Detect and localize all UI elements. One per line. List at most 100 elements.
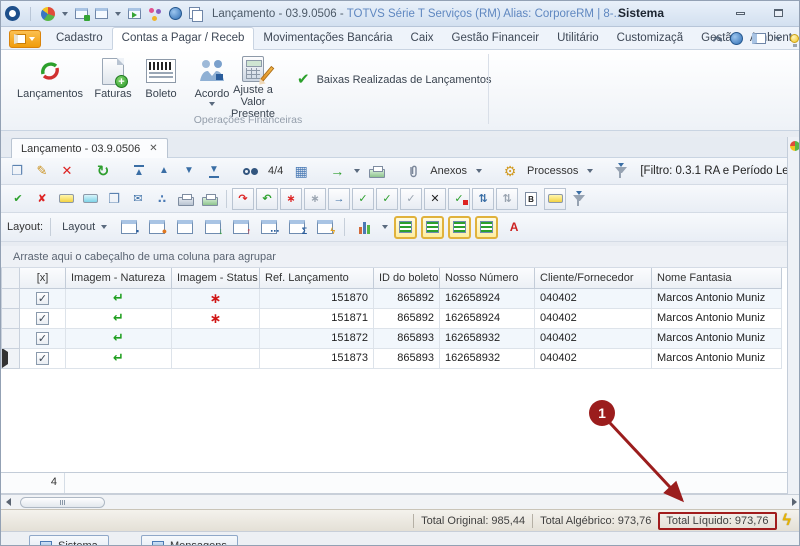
new-record-button[interactable]: ❐ <box>7 161 27 181</box>
font-button[interactable]: A <box>502 216 526 239</box>
view-toggle-1[interactable] <box>394 216 417 239</box>
import-layout-icon[interactable]: ↓ <box>201 216 225 239</box>
help-globe-icon[interactable] <box>730 32 743 45</box>
processos-button[interactable]: Processos <box>525 165 580 177</box>
lancamentos-button[interactable]: Lançamentos <box>13 53 87 119</box>
delete-layout-icon[interactable]: ● <box>145 216 169 239</box>
boleto-button[interactable]: Boleto <box>139 53 183 119</box>
filter-icon[interactable] <box>615 167 627 173</box>
ribbon-tab-caixa[interactable]: Caix <box>402 28 443 49</box>
cyan-card-icon[interactable] <box>79 188 101 210</box>
edit-record-button[interactable]: ✎ <box>32 161 52 181</box>
document-tab-lancamento[interactable]: Lançamento - 03.9.0506 ✕ <box>11 138 168 158</box>
chevron-down-icon[interactable] <box>775 37 781 41</box>
side-panel-icon[interactable] <box>790 141 800 151</box>
unmark-all-icon[interactable]: ✘ <box>31 188 53 210</box>
grid-view-button[interactable]: ▦ <box>291 161 311 181</box>
print-icon[interactable] <box>369 169 385 178</box>
column-options-icon[interactable]: ⋯ <box>257 216 281 239</box>
approve-disabled-icon[interactable]: ✓ <box>400 188 422 210</box>
baixas-realizadas-item[interactable]: ✔ Baixas Realizadas de Lançamentos <box>297 74 491 86</box>
filter-funnel-icon[interactable] <box>568 188 590 210</box>
values-swap-disabled-icon[interactable]: ⇅ <box>496 188 518 210</box>
approve-alt-icon[interactable]: ✓ <box>376 188 398 210</box>
column-header-fantasia[interactable]: Nome Fantasia <box>652 268 782 288</box>
new-window-icon[interactable] <box>75 8 88 19</box>
ajuste-valor-presente-button[interactable]: Ajuste a Valor Presente <box>217 53 289 119</box>
theme-icon[interactable] <box>148 7 162 21</box>
chevron-down-icon[interactable] <box>115 12 121 16</box>
collapsed-side-panel[interactable] <box>787 137 800 494</box>
refresh-totals-icon[interactable]: ϟ <box>783 512 791 530</box>
column-header-boleto[interactable]: ID do boleto <box>374 268 440 288</box>
active-filter-label[interactable]: [Filtro: 0.3.1 RA e Período Letivo] <box>636 165 800 177</box>
envelope-icon[interactable]: ✉ <box>127 188 149 210</box>
confirm-baixa-icon[interactable]: ✓ <box>448 188 470 210</box>
document-b-icon[interactable]: B <box>520 188 542 210</box>
next-record-button[interactable]: ▼ <box>184 166 194 176</box>
first-record-button[interactable]: ▲ <box>134 165 144 178</box>
maximize-button[interactable] <box>767 5 789 21</box>
ribbon-tab-cadastro[interactable]: Cadastro <box>47 28 112 49</box>
scroll-right-button[interactable] <box>787 496 800 509</box>
yellow-card-icon[interactable] <box>55 188 77 210</box>
execute-window-icon[interactable] <box>128 8 141 19</box>
print-green-icon[interactable] <box>199 188 221 210</box>
bottom-shortcut-sistema[interactable]: Sistema <box>29 535 109 546</box>
chevron-down-icon[interactable] <box>354 169 360 173</box>
processes-gear-icon[interactable]: ⚙ <box>500 161 520 181</box>
save-layout-icon[interactable]: ▪ <box>117 216 141 239</box>
delete-record-button[interactable]: ✕ <box>57 161 77 181</box>
approve-icon[interactable]: ✓ <box>352 188 374 210</box>
attachment-icon[interactable] <box>403 161 423 181</box>
scrollbar-thumb[interactable] <box>20 497 105 508</box>
reports-icon[interactable] <box>41 7 55 21</box>
lightbulb-icon[interactable] <box>790 34 799 43</box>
view-toggle-3[interactable] <box>448 216 471 239</box>
yellow-card-button[interactable] <box>544 188 566 210</box>
forward-icon[interactable]: → <box>328 188 350 210</box>
anexos-button[interactable]: Anexos <box>428 165 469 177</box>
chevron-down-icon[interactable] <box>62 12 68 16</box>
column-header-marcado[interactable]: [x] <box>20 268 66 288</box>
faturas-button[interactable]: + Faturas <box>89 53 137 119</box>
cancel-entry-icon[interactable]: ∗ <box>280 188 302 210</box>
minimize-button[interactable] <box>729 5 751 21</box>
table-view-icon[interactable] <box>173 216 197 239</box>
new-document-icon[interactable]: ❐ <box>103 188 125 210</box>
sistema-menu[interactable]: Sistema <box>618 6 664 20</box>
column-header-natureza[interactable]: Imagem - Natureza <box>66 268 172 288</box>
horizontal-scrollbar[interactable] <box>1 494 800 509</box>
row-checkbox[interactable]: ✓ <box>36 292 49 305</box>
scroll-left-button[interactable] <box>1 496 15 509</box>
bottom-shortcut-mensagens[interactable]: Mensagens <box>141 535 238 546</box>
export-button[interactable]: → <box>327 161 347 181</box>
search-icon[interactable] <box>243 168 250 175</box>
column-header-cliente[interactable]: Cliente/Fornecedor <box>535 268 652 288</box>
last-record-button[interactable]: ▼ <box>209 165 219 178</box>
column-header-status[interactable]: Imagem - Status <box>172 268 260 288</box>
values-swap-icon[interactable]: ⇅ <box>472 188 494 210</box>
column-header-nosso-numero[interactable]: Nosso Número <box>440 268 535 288</box>
chart-icon[interactable] <box>352 216 376 239</box>
row-checkbox[interactable]: ✓ <box>36 332 49 345</box>
globe-icon[interactable] <box>169 7 182 20</box>
column-header-ref[interactable]: Ref. Lançamento <box>260 268 374 288</box>
previous-record-button[interactable]: ▲ <box>159 166 169 176</box>
chevron-down-icon[interactable] <box>587 169 593 173</box>
copy-icon[interactable] <box>189 7 202 20</box>
ribbon-tab-gestao-financeira[interactable]: Gestão Financeir <box>443 28 549 49</box>
restore-entry-icon[interactable]: ↶ <box>256 188 278 210</box>
reject-icon[interactable]: ✕ <box>424 188 446 210</box>
tab-close-icon[interactable]: ✕ <box>149 143 157 154</box>
table-row-selected[interactable]: ✓ ↵ 151873 865893 162658932 040402 Marco… <box>2 348 782 368</box>
cancel-disabled-icon[interactable]: ∗ <box>304 188 326 210</box>
layout-menu-button[interactable]: Layout <box>58 219 113 235</box>
collapse-ribbon-icon[interactable] <box>713 35 723 45</box>
panel-layout-icon[interactable] <box>752 33 766 44</box>
row-checkbox[interactable]: ✓ <box>36 352 49 365</box>
chevron-down-icon[interactable] <box>382 225 388 229</box>
table-row[interactable]: ✓ ↵ ∗ 151871 865892 162658924 040402 Mar… <box>2 308 782 328</box>
ribbon-tab-customizacao[interactable]: Customizaçã <box>608 28 692 49</box>
print-blue-icon[interactable] <box>175 188 197 210</box>
